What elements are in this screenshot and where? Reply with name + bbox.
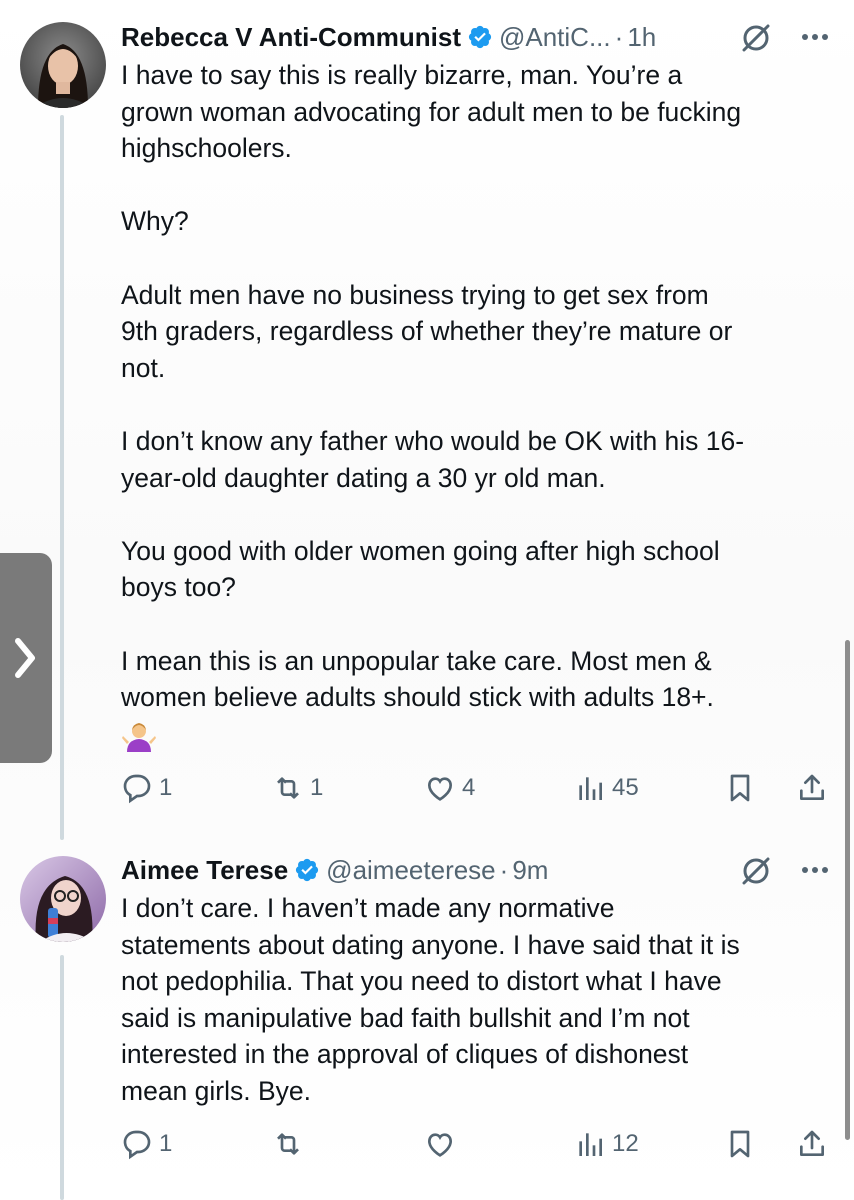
bookmark-icon [730, 1130, 750, 1158]
tweet-text: I have to say this is really bizarre, ma… [121, 60, 745, 713]
grok-slash-icon[interactable] [738, 20, 774, 56]
thread-line-top [60, 115, 64, 840]
more-dots-icon[interactable] [800, 32, 830, 42]
tweet-text: I don’t care. I haven’t made any normati… [121, 893, 740, 1106]
share-icon [800, 1130, 824, 1156]
chevron-right-icon [15, 638, 35, 678]
handle[interactable]: @AntiC... [499, 20, 611, 54]
thread-line-bottom [60, 955, 64, 1200]
repost-button[interactable]: 1 [272, 768, 323, 808]
like-button[interactable]: 4 [424, 768, 475, 808]
bookmark-button[interactable] [724, 1124, 756, 1164]
views-count: 12 [612, 1130, 639, 1157]
heart-icon [427, 777, 453, 801]
verified-badge-icon [296, 858, 319, 882]
timestamp[interactable]: 1h [627, 20, 656, 54]
share-button[interactable] [796, 768, 828, 808]
bookmark-button[interactable] [724, 768, 756, 808]
display-name[interactable]: Aimee Terese [121, 853, 288, 887]
person-shrugging-emoji [122, 723, 156, 752]
display-name[interactable]: Rebecca V Anti-Communist [121, 20, 461, 54]
views-bar-icon [579, 1133, 602, 1156]
reply-icon [123, 1130, 151, 1160]
like-button[interactable] [424, 1124, 462, 1164]
reply-count: 1 [159, 1130, 173, 1157]
views-bar-icon [579, 777, 602, 800]
share-icon [800, 774, 824, 800]
separator-dot: · [614, 22, 624, 52]
side-expand-tab[interactable] [0, 553, 52, 763]
heart-icon [427, 1133, 453, 1157]
views-button[interactable]: 45 [574, 768, 639, 808]
reply-count: 1 [159, 774, 173, 801]
reply-button[interactable]: 1 [121, 1124, 172, 1164]
reply-icon [123, 774, 151, 804]
repost-button[interactable] [272, 1124, 310, 1164]
grok-slash-icon[interactable] [738, 853, 774, 889]
avatar-aimee[interactable] [20, 856, 106, 942]
repost-icon [277, 777, 299, 799]
views-button[interactable]: 12 [574, 1124, 639, 1164]
more-dots-icon[interactable] [800, 865, 830, 875]
timestamp[interactable]: 9m [512, 853, 548, 887]
repost-icon [277, 1133, 299, 1155]
separator-dot: · [499, 855, 509, 885]
scrollbar[interactable] [845, 640, 850, 1140]
share-button[interactable] [796, 1124, 828, 1164]
like-count: 4 [462, 774, 476, 801]
avatar-rebecca[interactable] [20, 22, 106, 108]
tweet-2-header: Aimee Terese @aimeeterese · 9m [121, 853, 548, 887]
reply-button[interactable]: 1 [121, 768, 172, 808]
bookmark-icon [730, 774, 750, 802]
views-count: 45 [612, 774, 639, 801]
tweet-1-header: Rebecca V Anti-Communist @AntiC... · 1h [121, 20, 656, 54]
handle[interactable]: @aimeeterese [326, 853, 495, 887]
repost-count: 1 [310, 774, 324, 801]
verified-badge-icon [468, 25, 492, 49]
